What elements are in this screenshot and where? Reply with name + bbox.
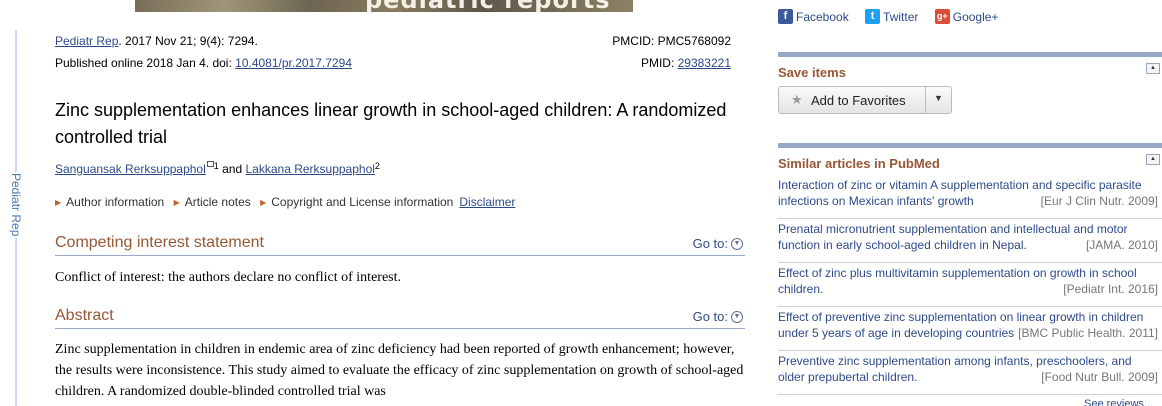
panel-rule	[778, 143, 1162, 148]
citation-line: Pediatr Rep. 2017 Nov 21; 9(4): 7294. PM…	[55, 33, 745, 49]
author-list: Sanguansak Rerksuppaphol 1 and Lakkana Re…	[55, 161, 380, 177]
list-item: Interaction of zinc or vitamin A supplem…	[778, 175, 1162, 219]
journal-link[interactable]: Pediatr Rep	[55, 34, 118, 48]
author-information-toggle[interactable]: Author information	[66, 195, 164, 209]
abstract-heading: Abstract	[55, 307, 114, 324]
list-item: Effect of zinc plus multivitamin supplem…	[778, 263, 1162, 307]
author-link-2[interactable]: Lakkana Rerksuppaphol	[246, 162, 375, 176]
collapse-icon[interactable]: ▲	[1146, 154, 1160, 165]
collapse-icon[interactable]: ▲	[1146, 63, 1160, 74]
similar-article-source: [BMC Public Health. 2011]	[1016, 325, 1158, 341]
citation-date: . 2017 Nov 21; 9(4): 7294.	[118, 34, 258, 48]
twitter-link[interactable]: Twitter	[883, 10, 918, 24]
share-bar: f Facebook t Twitter g+ Google+	[778, 9, 998, 25]
add-to-favorites-label: Add to Favorites	[811, 93, 906, 108]
author-separator: and	[218, 162, 246, 176]
similar-articles-list: Interaction of zinc or vitamin A supplem…	[778, 175, 1162, 395]
copyright-toggle[interactable]: Copyright and License information	[271, 195, 453, 209]
journal-banner-image[interactable]: pediatric reports	[135, 0, 633, 12]
expand-triangle-icon: ▶	[55, 198, 62, 207]
list-item: Preventive zinc supplementation among in…	[778, 351, 1162, 395]
star-icon: ★	[791, 92, 803, 107]
google-plus-link[interactable]: Google+	[953, 10, 999, 24]
facebook-link[interactable]: Facebook	[796, 10, 849, 24]
journal-rail-link[interactable]: Pediatr Rep	[6, 172, 26, 238]
save-items-panel: Save items ▲ ★ Add to Favorites ▼	[778, 52, 1162, 114]
goto-menu[interactable]: Go to: ▼	[693, 236, 743, 251]
pmcid: PMCID: PMC5768092	[612, 34, 731, 48]
similar-article-source: [JAMA. 2010]	[1083, 237, 1158, 253]
pmid: PMID: 29383221	[641, 55, 731, 71]
facebook-icon[interactable]: f	[778, 9, 793, 25]
similar-articles-panel: Similar articles in PubMed ▲ Interaction…	[778, 143, 1162, 395]
goto-label: Go to:	[692, 236, 728, 251]
email-icon[interactable]	[206, 161, 214, 167]
author-affil-1: 1	[213, 161, 219, 171]
pmid-link[interactable]: 29383221	[678, 56, 731, 70]
published-online: Published online 2018 Jan 4. doi:	[55, 56, 236, 70]
doi-link[interactable]: 10.4081/pr.2017.7294	[235, 56, 352, 70]
disclaimer-link[interactable]: Disclaimer	[459, 195, 515, 209]
article-notes-toggle[interactable]: Article notes	[185, 195, 251, 209]
competing-interest-heading: Competing interest statement	[55, 234, 264, 251]
save-items-heading: Save items	[778, 65, 846, 80]
panel-rule	[778, 52, 1162, 57]
competing-interest-text: Conflict of interest: the authors declar…	[55, 270, 401, 285]
similar-articles-heading: Similar articles in PubMed	[778, 156, 940, 171]
goto-menu[interactable]: Go to: ▼	[693, 309, 743, 324]
goto-label: Go to:	[692, 309, 728, 324]
twitter-icon[interactable]: t	[865, 9, 881, 25]
list-item: Effect of preventive zinc supplementatio…	[778, 307, 1162, 351]
article-notes-bar: ▶ Author information ▶ Article notes ▶ Copy…	[55, 194, 515, 212]
author-link-1[interactable]: Sanguansak Rerksuppaphol	[55, 162, 206, 176]
see-reviews-link[interactable]: See reviews...	[1084, 398, 1153, 406]
competing-interest-header: Competing interest statement Go to: ▼	[55, 232, 745, 256]
abstract-header: Abstract Go to: ▼	[55, 305, 745, 329]
pmid-label: PMID:	[640, 56, 678, 70]
list-item: Prenatal micronutrient supplementation a…	[778, 219, 1162, 263]
publication-line: Published online 2018 Jan 4. doi: 10.408…	[55, 55, 745, 71]
expand-triangle-icon: ▶	[260, 198, 267, 207]
chevron-down-icon[interactable]: ▼	[731, 237, 743, 250]
button-divider	[925, 87, 926, 113]
chevron-down-icon[interactable]: ▼	[934, 93, 943, 103]
article-title: Zinc supplementation enhances linear gro…	[55, 100, 727, 147]
author-affil-2: 2	[374, 161, 380, 171]
banner-text: pediatric reports	[365, 0, 611, 12]
add-to-favorites-button[interactable]: ★ Add to Favorites ▼	[778, 86, 952, 114]
google-plus-icon[interactable]: g+	[934, 9, 950, 25]
expand-triangle-icon: ▶	[173, 198, 180, 207]
abstract-text: Zinc supplementation in children in ende…	[55, 342, 744, 399]
similar-article-source: [Eur J Clin Nutr. 2009]	[1038, 193, 1158, 209]
similar-article-source: [Pediatr Int. 2016]	[1061, 281, 1158, 297]
chevron-down-icon[interactable]: ▼	[731, 310, 743, 323]
similar-article-source: [Food Nutr Bull. 2009]	[1039, 369, 1158, 385]
